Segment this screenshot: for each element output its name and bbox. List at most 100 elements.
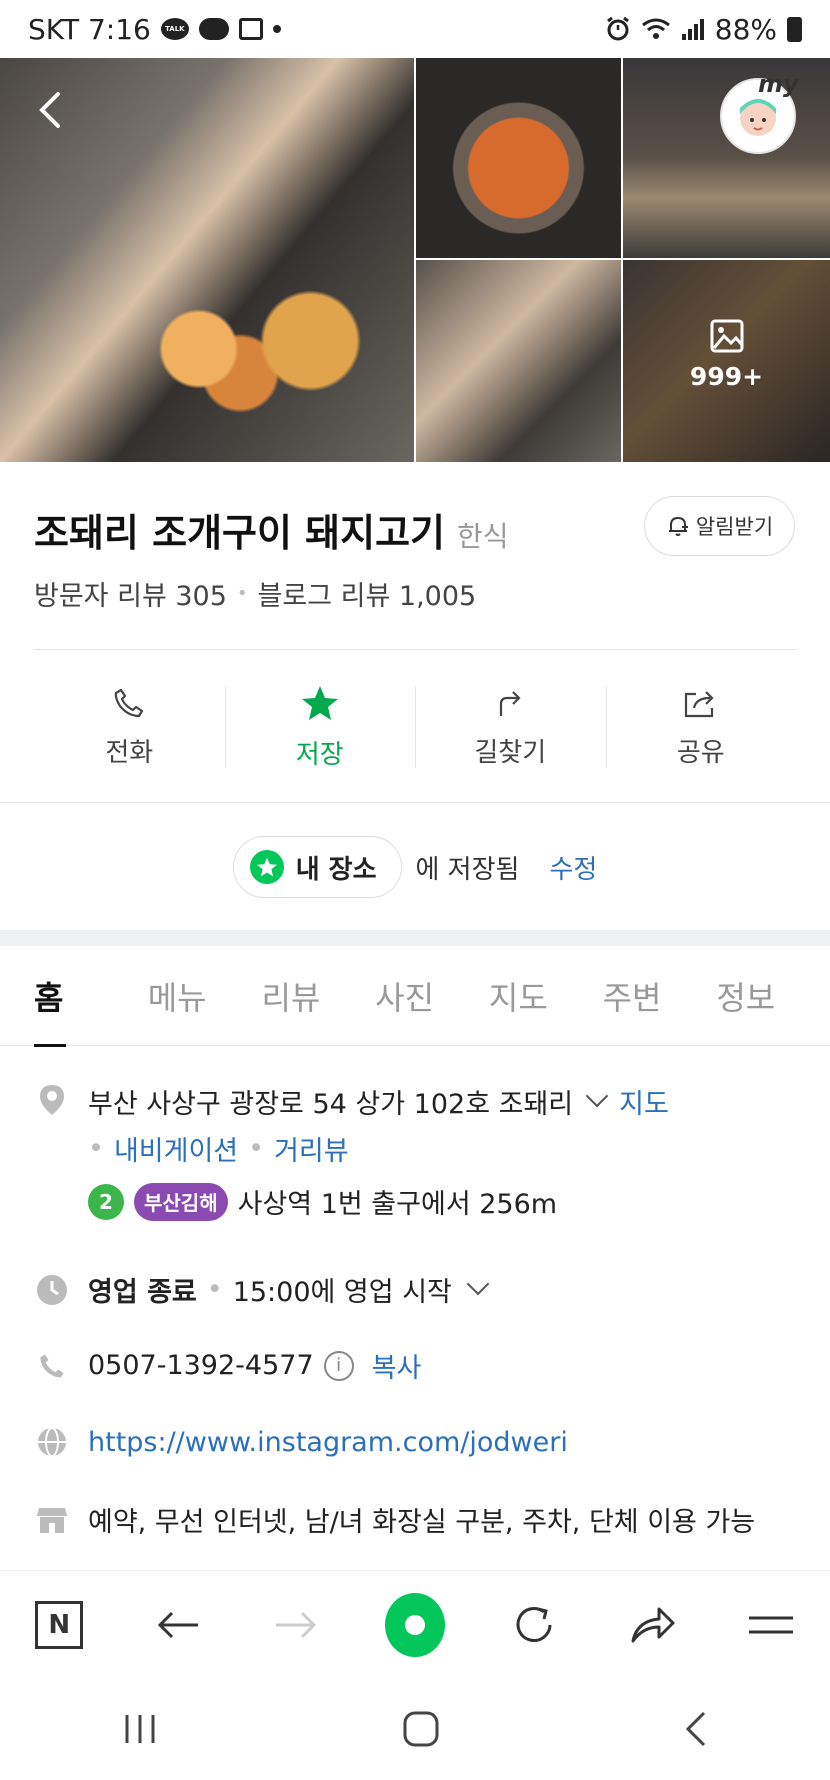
subway-line: 2 부산김해 사상역 1번 출구에서 256m — [88, 1182, 669, 1221]
chevron-down-icon[interactable] — [585, 1084, 609, 1107]
directions-label: 길찾기 — [474, 737, 547, 768]
address-row: 부산 사상구 광장로 54 상가 102호 조돼리 지도 • 내비게이션 • 거… — [34, 1082, 669, 1221]
battery-percent: 88% — [714, 12, 777, 46]
map-link[interactable]: 지도 — [619, 1082, 669, 1121]
title-row: 조돼리 조개구이 돼지고기 한식 — [34, 502, 509, 557]
website-link[interactable]: https://www.instagram.com/jodweri — [88, 1427, 568, 1458]
globe-icon — [34, 1424, 70, 1460]
save-action[interactable]: 저장 — [224, 672, 416, 782]
location-pin-icon — [34, 1082, 70, 1118]
more-photos-count: 999+ — [689, 362, 764, 391]
more-photos-overlay[interactable]: 999+ — [623, 318, 830, 391]
star-icon — [301, 685, 338, 720]
my-place-label: 내 장소 — [295, 854, 377, 885]
tab-map[interactable]: 지도 — [489, 946, 603, 1046]
chevron-down-icon[interactable] — [466, 1272, 490, 1295]
green-dot-button[interactable] — [384, 1592, 445, 1657]
hours-row[interactable]: 영업 종료 • 15:00에 영업 시작 — [34, 1270, 500, 1309]
subway-distance: 사상역 1번 출구에서 256m — [237, 1189, 558, 1220]
system-nav-bar — [0, 1678, 830, 1780]
forward-button[interactable] — [266, 1595, 326, 1655]
info-icon[interactable]: i — [323, 1350, 354, 1381]
signal-icon — [681, 19, 704, 40]
subway-line-name: 부산김해 — [134, 1182, 228, 1221]
link-separator: • — [248, 1133, 265, 1164]
review-counts: 방문자 리뷰 305 • 블로그 리뷰 1,005 — [34, 574, 476, 613]
amenities-text: 예약, 무선 인터넷, 남/녀 화장실 구분, 주차, 단체 이용 가능 — [88, 1507, 756, 1538]
website-row: https://www.instagram.com/jodweri — [34, 1424, 568, 1460]
phone-number[interactable]: 0507-1392-4577 — [88, 1350, 314, 1381]
tab-bar: 홈 메뉴 리뷰 사진 지도 주변 정보 — [0, 946, 830, 1047]
home-icon[interactable] — [403, 1711, 439, 1747]
tab-nearby[interactable]: 주변 — [603, 946, 717, 1046]
address-links: • 내비게이션 • 거리뷰 — [88, 1129, 669, 1168]
naver-n-icon: N — [35, 1600, 84, 1649]
hours-text: 15:00에 영업 시작 — [232, 1277, 452, 1308]
divider — [0, 802, 830, 803]
directions-icon — [500, 690, 521, 716]
link-separator: • — [88, 1133, 104, 1164]
refresh-icon — [516, 1606, 552, 1642]
blog-review-link[interactable]: 블로그 리뷰 1,005 — [258, 574, 477, 613]
photo-gallery: 999+ my — [0, 58, 830, 462]
browser-toolbar: N — [0, 1570, 830, 1678]
notification-button[interactable]: 알림받기 — [644, 496, 795, 556]
phone-icon — [114, 688, 144, 717]
back-button[interactable] — [148, 1595, 208, 1655]
refresh-button[interactable] — [504, 1595, 564, 1655]
gallery-notification-icon — [238, 18, 263, 40]
chat-bubble-icon — [198, 18, 229, 40]
phone-icon — [34, 1348, 70, 1384]
notification-button-label: 알림받기 — [695, 515, 774, 539]
my-place-chip[interactable]: 내 장소 — [232, 836, 402, 898]
share-button[interactable] — [622, 1595, 682, 1655]
status-bar: SKT 7:16 TALK 88% — [0, 0, 830, 58]
hours-status: 영업 종료 — [88, 1277, 197, 1308]
back-arrow-icon[interactable] — [30, 88, 74, 132]
tab-home[interactable]: 홈 — [34, 946, 148, 1047]
share-icon — [684, 690, 714, 717]
system-back-icon[interactable] — [684, 1711, 708, 1747]
hours-separator: • — [206, 1274, 223, 1305]
call-label: 전화 — [105, 737, 154, 768]
tab-menu[interactable]: 메뉴 — [148, 946, 262, 1046]
address-text: 부산 사상구 광장로 54 상가 102호 조돼리 — [88, 1089, 574, 1120]
save-label: 저장 — [295, 739, 344, 770]
saved-status-row: 내 장소 에 저장됨 수정 — [0, 834, 830, 900]
share-label: 공유 — [676, 737, 725, 768]
tab-info[interactable]: 정보 — [716, 946, 830, 1046]
place-category: 한식 — [457, 520, 509, 553]
more-notifications-dot — [272, 25, 281, 33]
saved-text: 에 저장됨 — [415, 854, 520, 885]
arrow-left-icon — [157, 1611, 198, 1638]
photo-pork-belly[interactable] — [416, 260, 621, 462]
call-action[interactable]: 전화 — [34, 672, 225, 782]
arrow-right-icon — [276, 1611, 317, 1638]
subway-line-badge: 2 — [88, 1183, 124, 1220]
photo-seafood-stew[interactable] — [416, 58, 621, 258]
status-time: SKT 7:16 — [28, 12, 151, 46]
green-circle-icon — [384, 1592, 445, 1657]
tab-photo[interactable]: 사진 — [375, 946, 489, 1046]
green-star-icon — [249, 850, 284, 884]
divider — [34, 649, 796, 650]
alarm-icon — [606, 16, 629, 41]
address-line: 부산 사상구 광장로 54 상가 102호 조돼리 지도 — [88, 1082, 669, 1121]
tab-review[interactable]: 리뷰 — [261, 946, 375, 1046]
naver-home-button[interactable]: N — [29, 1595, 89, 1655]
share-action[interactable]: 공유 — [605, 672, 797, 782]
visitor-review-link[interactable]: 방문자 리뷰 305 — [34, 574, 227, 613]
my-tag: my — [758, 70, 799, 98]
review-separator: • — [236, 583, 248, 604]
streetview-link[interactable]: 거리뷰 — [274, 1129, 349, 1168]
recent-apps-icon[interactable] — [122, 1713, 158, 1745]
phone-row: 0507-1392-4577 i 복사 — [34, 1346, 421, 1385]
directions-action[interactable]: 길찾기 — [415, 672, 606, 782]
wifi-icon — [641, 18, 670, 39]
copy-link[interactable]: 복사 — [372, 1346, 422, 1385]
navigation-link[interactable]: 내비게이션 — [114, 1129, 238, 1168]
edit-link[interactable]: 수정 — [549, 849, 597, 886]
menu-button[interactable] — [741, 1595, 801, 1655]
kakaotalk-icon: TALK — [160, 18, 189, 40]
action-bar: 전화 저장 길찾기 공유 — [34, 672, 796, 782]
